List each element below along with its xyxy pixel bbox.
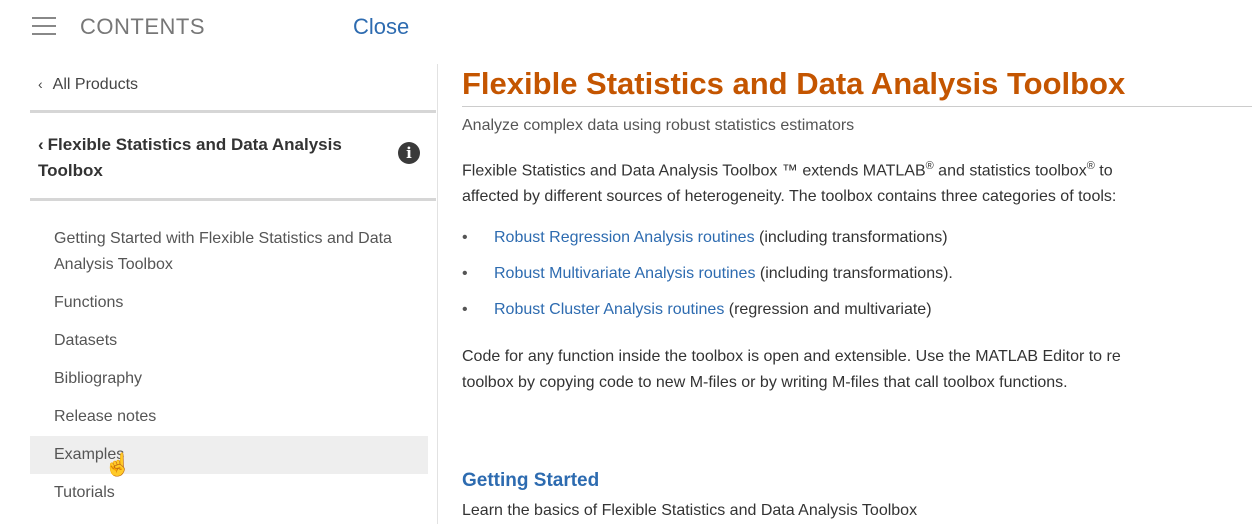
title-divider — [462, 106, 1252, 107]
robust-cluster-link[interactable]: Robust Cluster Analysis routines — [494, 301, 724, 318]
bullet-icon: • — [462, 265, 468, 283]
close-button[interactable]: Close — [353, 14, 409, 40]
page-title: Flexible Statistics and Data Analysis To… — [462, 66, 1126, 101]
sidebar-item-datasets[interactable]: Datasets — [30, 322, 428, 360]
sidebar-item-functions[interactable]: Functions — [30, 284, 428, 322]
robust-multivariate-link[interactable]: Robust Multivariate Analysis routines — [494, 265, 755, 282]
sidebar-divider — [30, 110, 436, 113]
getting-started-text: Learn the basics of Flexible Statistics … — [462, 502, 918, 519]
all-products-label: All Products — [52, 76, 139, 93]
list-item: • Robust Regression Analysis routines (in… — [462, 220, 1252, 256]
getting-started-heading[interactable]: Getting Started — [462, 470, 599, 492]
bullet-icon: • — [462, 229, 468, 247]
intro-line-1: Flexible Statistics and Data Analysis To… — [462, 153, 1252, 184]
tool-categories-list: • Robust Regression Analysis routines (in… — [462, 220, 1252, 328]
intro-paragraph: Flexible Statistics and Data Analysis To… — [462, 153, 1252, 210]
bullet-icon: • — [462, 301, 468, 319]
intro-line-2: affected by different sources of heterog… — [462, 188, 1117, 206]
code-line-1: Code for any function inside the toolbox… — [462, 348, 1121, 366]
sidebar-item-release-notes[interactable]: Release notes — [30, 398, 428, 436]
code-paragraph: Code for any function inside the toolbox… — [462, 344, 1252, 396]
bullet-text: (regression and multivariate) — [724, 301, 932, 319]
sidebar-item-bibliography[interactable]: Bibliography — [30, 360, 428, 398]
list-item: • Robust Multivariate Analysis routines (… — [462, 256, 1252, 292]
hamburger-menu-icon[interactable] — [32, 17, 56, 37]
contents-label: CONTENTS — [80, 14, 205, 39]
chevron-left-icon: ‹ — [38, 76, 43, 92]
sidebar-border — [437, 64, 438, 524]
sidebar-item-getting-started[interactable]: Getting Started with Flexible Statistics… — [30, 220, 428, 284]
intro-text-part2: and statistics toolbox — [933, 162, 1087, 180]
contents-topbar: CONTENTS Close — [0, 0, 440, 56]
info-icon[interactable]: i — [398, 142, 420, 164]
toolbox-title-label: Flexible Statistics and Data Analysis To… — [38, 135, 342, 180]
sidebar-nav-list: Getting Started with Flexible Statistics… — [30, 220, 428, 512]
hand-pointer-icon: ☝ — [104, 452, 132, 477]
intro-text-part3: to — [1094, 162, 1113, 180]
page-subtitle: Analyze complex data using robust statis… — [462, 117, 855, 134]
sidebar-item-tutorials[interactable]: Tutorials — [30, 474, 428, 512]
main-content: Flexible Statistics and Data Analysis To… — [462, 62, 1252, 524]
all-products-link[interactable]: ‹ All Products — [38, 76, 138, 94]
chevron-left-icon: ‹ — [38, 135, 44, 154]
toolbox-title-link[interactable]: ‹ Flexible Statistics and Data Analysis T… — [38, 132, 368, 184]
intro-text-part1: Flexible Statistics and Data Analysis To… — [462, 162, 926, 180]
sidebar: ‹ All Products ‹ Flexible Statistics and D… — [30, 64, 436, 524]
registered-mark: ® — [925, 160, 934, 172]
robust-regression-link[interactable]: Robust Regression Analysis routines — [494, 229, 755, 246]
registered-mark: ® — [1086, 160, 1095, 172]
bullet-text: (including transformations). — [755, 265, 953, 283]
code-line-2: toolbox by copying code to new M-files o… — [462, 374, 1068, 392]
bullet-text: (including transformations) — [754, 229, 948, 247]
sidebar-item-examples[interactable]: Examples — [30, 436, 428, 474]
list-item: • Robust Cluster Analysis routines (regre… — [462, 292, 1252, 328]
sidebar-divider — [30, 198, 436, 201]
